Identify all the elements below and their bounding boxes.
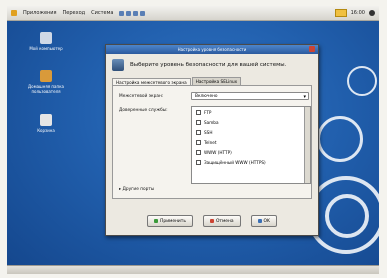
- service-label: FTP: [204, 109, 212, 115]
- desktop-icon-home[interactable]: Домашняя папка пользователя: [23, 70, 69, 94]
- service-label: Защищённый WWW (HTTPS): [204, 159, 266, 165]
- wallpaper-swirl: [347, 66, 377, 96]
- trusted-services-list: FTP Samba SSH Telnet WWW (HTTP) Защищённ…: [191, 106, 311, 184]
- applications-icon[interactable]: [11, 10, 17, 16]
- list-item[interactable]: Samba: [192, 117, 310, 127]
- wallpaper-swirl: [325, 194, 369, 238]
- firewall-tab-panel: Межсетевой экран: Включено ▾ Доверенные …: [112, 85, 312, 199]
- cancel-label: Отмена: [215, 218, 234, 224]
- dialog-tabs: Настройка межсетевого экрана Настройка S…: [106, 77, 318, 86]
- wallpaper-swirl: [317, 116, 363, 162]
- service-label: Telnet: [204, 139, 217, 145]
- trusted-services-label: Доверенные службы:: [119, 108, 168, 113]
- panel-launchers: [119, 10, 146, 16]
- list-item[interactable]: Telnet: [192, 137, 310, 147]
- desktop-screen: Приложения Переход Система 16:00 Мой ком…: [7, 6, 379, 274]
- desktop-icon-label: Домашняя папка пользователя: [28, 84, 64, 94]
- cancel-icon: [209, 219, 214, 223]
- checkbox[interactable]: [196, 119, 201, 125]
- list-item[interactable]: FTP: [192, 107, 310, 117]
- tab-selinux[interactable]: Настройка SELinux: [191, 77, 242, 85]
- close-icon[interactable]: [309, 46, 315, 52]
- security-level-dialog: Настройка уровня безопасности Выберите у…: [105, 44, 319, 236]
- mail-launcher-icon[interactable]: [126, 10, 132, 16]
- update-notifier-icon[interactable]: [334, 9, 347, 17]
- apply-icon: [154, 219, 159, 223]
- computer-icon: [40, 32, 52, 44]
- menu-places[interactable]: Переход: [63, 10, 86, 16]
- list-scrollbar[interactable]: [304, 107, 310, 183]
- checkbox[interactable]: [196, 159, 201, 165]
- dialog-title: Настройка уровня безопасности: [177, 47, 247, 52]
- other-ports-expander[interactable]: ▸ Другие порты: [119, 187, 154, 192]
- dialog-buttons: Применить Отмена OK: [106, 215, 318, 227]
- dialog-header-text: Выберите уровень безопасности для вашей …: [130, 62, 287, 68]
- security-shield-icon: [112, 59, 124, 71]
- ok-button[interactable]: OK: [250, 215, 277, 227]
- list-item[interactable]: SSH: [192, 127, 310, 137]
- desktop-icon-label: Корзина: [37, 128, 55, 133]
- top-panel: Приложения Переход Система 16:00: [7, 6, 379, 21]
- desktop-icon-computer[interactable]: Мой компьютер: [23, 32, 69, 51]
- menu-applications[interactable]: Приложения: [23, 10, 57, 16]
- checkbox[interactable]: [196, 129, 201, 135]
- trash-icon: [40, 114, 52, 126]
- bottom-panel: [7, 265, 379, 274]
- desktop-icon-trash[interactable]: Корзина: [23, 114, 69, 133]
- menu-system[interactable]: Система: [91, 10, 113, 16]
- service-label: Samba: [204, 119, 219, 125]
- list-item[interactable]: Защищённый WWW (HTTPS): [192, 157, 310, 167]
- terminal-launcher-icon[interactable]: [133, 10, 139, 16]
- service-label: WWW (HTTP): [204, 149, 232, 155]
- firewall-select-value: Включено: [195, 93, 218, 99]
- checkbox[interactable]: [196, 139, 201, 145]
- chevron-down-icon: ▾: [303, 94, 306, 100]
- main-menu: Приложения Переход Система: [11, 10, 113, 16]
- desktop-icon-label: Мой компьютер: [29, 46, 63, 51]
- cancel-button[interactable]: Отмена: [202, 215, 241, 227]
- apply-label: Применить: [160, 218, 186, 224]
- apply-button[interactable]: Применить: [147, 215, 193, 227]
- ok-icon: [257, 219, 262, 223]
- list-item[interactable]: WWW (HTTP): [192, 147, 310, 157]
- checkbox[interactable]: [196, 149, 201, 155]
- home-folder-icon: [40, 70, 52, 82]
- system-tray: 16:00: [334, 9, 375, 17]
- help-launcher-icon[interactable]: [140, 10, 146, 16]
- other-ports-label: Другие порты: [122, 187, 155, 192]
- service-label: SSH: [204, 129, 213, 135]
- dialog-header: Выберите уровень безопасности для вашей …: [106, 54, 318, 76]
- firewall-select[interactable]: Включено ▾: [191, 92, 309, 100]
- ok-label: OK: [263, 218, 270, 224]
- checkbox[interactable]: [196, 109, 201, 115]
- firewall-label: Межсетевой экран:: [119, 94, 164, 99]
- clock[interactable]: 16:00: [351, 10, 365, 16]
- power-icon[interactable]: [369, 10, 375, 16]
- dialog-titlebar[interactable]: Настройка уровня безопасности: [106, 45, 318, 54]
- browser-launcher-icon[interactable]: [119, 10, 125, 16]
